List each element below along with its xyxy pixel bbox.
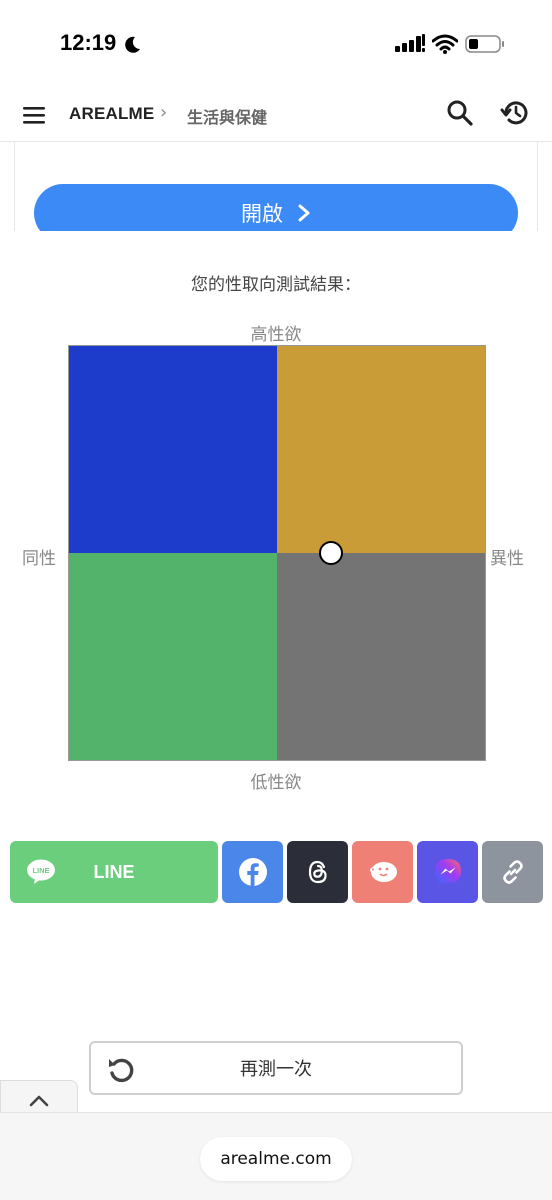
breadcrumb-separator: › — [160, 102, 168, 123]
history-icon[interactable] — [500, 98, 530, 128]
top-nav: AREALME › 生活與保健 — [0, 90, 552, 142]
retry-label: 再測一次 — [240, 1059, 312, 1080]
link-icon — [502, 860, 523, 884]
panel-border-left — [14, 142, 15, 232]
share-copy-link-button[interactable] — [482, 841, 543, 903]
messenger-icon — [434, 859, 461, 885]
quadrant-top-right — [277, 346, 485, 553]
quadrant-bottom-left — [69, 553, 277, 760]
axis-label-bottom: 低性欲 — [250, 773, 302, 793]
status-time: 12:19 — [60, 30, 117, 55]
brand-link[interactable]: AREALME — [69, 104, 154, 124]
retry-icon — [109, 1058, 134, 1083]
retry-button[interactable]: 再測一次 — [89, 1041, 463, 1095]
battery-icon — [465, 35, 504, 53]
threads-icon — [308, 860, 327, 884]
share-bar: LINE LINE — [10, 841, 543, 903]
url-bar[interactable]: arealme.com — [200, 1137, 352, 1181]
axis-label-top: 高性欲 — [250, 325, 302, 345]
share-facebook-button[interactable] — [222, 841, 283, 903]
search-icon[interactable] — [446, 99, 474, 127]
quadrant-top-left — [69, 346, 277, 553]
menu-icon[interactable] — [22, 103, 48, 127]
share-messenger-button[interactable] — [417, 841, 478, 903]
moon-icon — [125, 36, 140, 53]
share-line-label: LINE — [93, 861, 135, 882]
axis-label-right: 異性 — [490, 549, 524, 569]
line-icon: LINE — [27, 859, 55, 884]
chevron-right-icon — [298, 204, 310, 222]
svg-text:LINE: LINE — [32, 866, 49, 875]
plurk-icon — [369, 862, 397, 882]
share-threads-button[interactable] — [287, 841, 348, 903]
open-button-label: 開啟 — [241, 202, 283, 226]
facebook-icon — [238, 858, 267, 886]
panel-border-right — [537, 142, 538, 232]
result-marker — [319, 541, 344, 565]
url-text: arealme.com — [220, 1149, 332, 1169]
quadrant-bottom-right — [277, 553, 485, 760]
status-bar: 12:19 — [0, 0, 552, 90]
browser-bottom-bar: arealme.com — [0, 1112, 552, 1200]
result-title: 您的性取向測試結果： — [191, 275, 361, 295]
share-plurk-button[interactable] — [352, 841, 413, 903]
wifi-icon — [432, 34, 458, 54]
share-line-button[interactable]: LINE LINE — [10, 841, 218, 903]
signal-icon — [395, 34, 425, 52]
result-quadrant-grid — [68, 345, 486, 761]
chevron-up-icon — [29, 1095, 49, 1107]
breadcrumb-category[interactable]: 生活與保健 — [187, 104, 267, 128]
axis-label-left: 同性 — [22, 549, 56, 569]
